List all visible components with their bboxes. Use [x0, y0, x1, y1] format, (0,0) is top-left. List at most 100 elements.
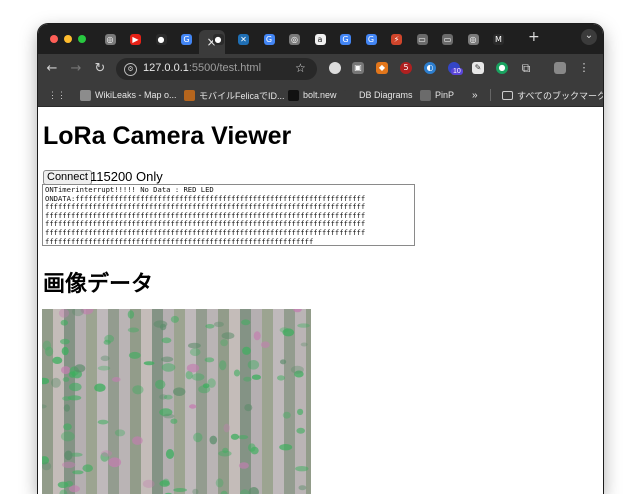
- image-blob: [82, 464, 93, 472]
- image-blob: [187, 364, 199, 373]
- image-blob: [242, 347, 251, 355]
- image-blob: [173, 387, 185, 396]
- image-blob: [61, 366, 70, 374]
- bookmark-label: bolt.new: [303, 90, 337, 100]
- image-blob: [239, 462, 249, 469]
- chip-icon: ▭: [417, 34, 428, 45]
- back-button[interactable]: ←: [44, 61, 60, 77]
- apps-icon[interactable]: ⋮⋮: [48, 87, 66, 103]
- tab[interactable]: G: [336, 30, 356, 48]
- image-blob: [62, 462, 75, 468]
- tab[interactable]: ▶: [126, 30, 146, 48]
- extension-droplet-icon[interactable]: ◐: [424, 62, 436, 74]
- browser-menu-icon[interactable]: ⋮: [578, 62, 590, 74]
- tab-list-button[interactable]: ⌄: [581, 29, 597, 45]
- tab[interactable]: a: [310, 30, 330, 48]
- reload-button[interactable]: ↻: [92, 61, 108, 77]
- extension-badge-count: 10: [451, 68, 463, 75]
- tab[interactable]: G: [259, 30, 279, 48]
- tab[interactable]: M: [489, 30, 509, 48]
- bookmark-item[interactable]: WikiLeaks - Map o...: [80, 87, 177, 103]
- chatgpt-icon: ◎: [468, 34, 479, 45]
- image-blob: [243, 377, 251, 382]
- extension-note-icon[interactable]: ✎: [472, 62, 484, 74]
- site-info-icon[interactable]: ⚙: [124, 63, 137, 76]
- image-blob: [129, 352, 141, 359]
- image-blob: [161, 357, 173, 363]
- extension-shield-icon[interactable]: 5: [400, 62, 412, 74]
- dbdiagram-icon: [344, 90, 355, 101]
- tab[interactable]: ●: [208, 30, 228, 48]
- image-blob: [61, 320, 68, 326]
- image-stripe: [130, 309, 141, 494]
- baud-rate-label: 115200 Only: [90, 169, 163, 184]
- bookmark-item[interactable]: bolt.new: [288, 87, 337, 103]
- serial-log-textarea[interactable]: ONTimerinterrupt!!!!! No Data : RED LEDO…: [42, 184, 415, 246]
- tab[interactable]: ✕: [234, 30, 254, 48]
- image-blob: [164, 395, 173, 400]
- image-blob: [62, 347, 69, 355]
- image-blob: [62, 396, 71, 401]
- tab[interactable]: ◎: [100, 30, 120, 48]
- image-blob: [60, 339, 70, 345]
- bookmark-item[interactable]: PinP: [420, 87, 454, 103]
- image-stripe: [174, 309, 185, 494]
- tab[interactable]: ◎: [463, 30, 483, 48]
- minimize-window-button[interactable]: [64, 35, 72, 43]
- github-icon: ●: [156, 34, 167, 45]
- bookmark-label: DB Diagrams: [359, 90, 413, 100]
- extensions-puzzle-icon[interactable]: ⧉: [520, 62, 532, 74]
- image-blob: [104, 335, 114, 343]
- tab[interactable]: ●: [151, 30, 171, 48]
- bookmark-item[interactable]: DB Diagrams: [344, 87, 413, 103]
- close-window-button[interactable]: [50, 35, 58, 43]
- extension-profile-icon[interactable]: [329, 62, 341, 74]
- amazon-icon: a: [315, 34, 326, 45]
- bookmark-star-icon[interactable]: ☆: [295, 61, 306, 75]
- bookmark-label: PinP: [435, 90, 454, 100]
- tab[interactable]: ◎: [285, 30, 305, 48]
- image-stripe: [196, 309, 207, 494]
- image-blob: [220, 339, 228, 346]
- more-bookmarks-button[interactable]: »: [472, 87, 478, 103]
- image-blob: [222, 332, 235, 339]
- image-stripe: [119, 309, 130, 494]
- tab[interactable]: ▭: [438, 30, 458, 48]
- forward-button[interactable]: →: [68, 61, 84, 77]
- extension-box-icon[interactable]: ▣: [352, 62, 364, 74]
- all-bookmarks-button[interactable]: すべてのブックマーク: [502, 87, 603, 103]
- bookmark-item[interactable]: モバイルFelicaでID...: [184, 87, 285, 103]
- metamask-icon[interactable]: ◆: [376, 62, 388, 74]
- image-blob: [170, 419, 177, 424]
- connect-button[interactable]: Connect: [43, 170, 92, 185]
- image-blob: [64, 451, 72, 461]
- avatar-icon: [184, 90, 195, 101]
- image-stripe: [262, 309, 273, 494]
- image-stripe: [273, 309, 284, 494]
- image-blob: [94, 384, 105, 392]
- zoom-window-button[interactable]: [78, 35, 86, 43]
- profile-avatar[interactable]: [554, 62, 566, 74]
- image-blob: [128, 328, 139, 333]
- image-blob: [280, 359, 286, 364]
- image-blob: [189, 404, 196, 408]
- image-blob: [162, 337, 172, 343]
- bolt-icon: [288, 90, 299, 101]
- address-bar[interactable]: ⚙ 127.0.0.1:5500/test.html ☆: [116, 58, 317, 80]
- browser-window: ◎▶●G×●✕G◎aGG⚡▭▭◎M + ⌄ ← → ↻ ⚙ 127.0.0.1:…: [38, 24, 603, 494]
- tab[interactable]: G: [361, 30, 381, 48]
- image-stripe: [284, 309, 295, 494]
- image-blob: [101, 356, 110, 362]
- image-data-heading: 画像データ: [43, 266, 153, 298]
- tab[interactable]: G: [177, 30, 197, 48]
- image-blob: [143, 480, 155, 488]
- extension-green-icon[interactable]: ●: [496, 62, 508, 74]
- image-blob: [205, 357, 215, 362]
- tab[interactable]: ⚡: [387, 30, 407, 48]
- image-blob: [64, 404, 70, 411]
- tab[interactable]: ▭: [412, 30, 432, 48]
- image-blob: [173, 488, 187, 492]
- new-tab-button[interactable]: +: [528, 29, 540, 45]
- image-blob: [210, 436, 218, 445]
- image-blob: [163, 414, 174, 419]
